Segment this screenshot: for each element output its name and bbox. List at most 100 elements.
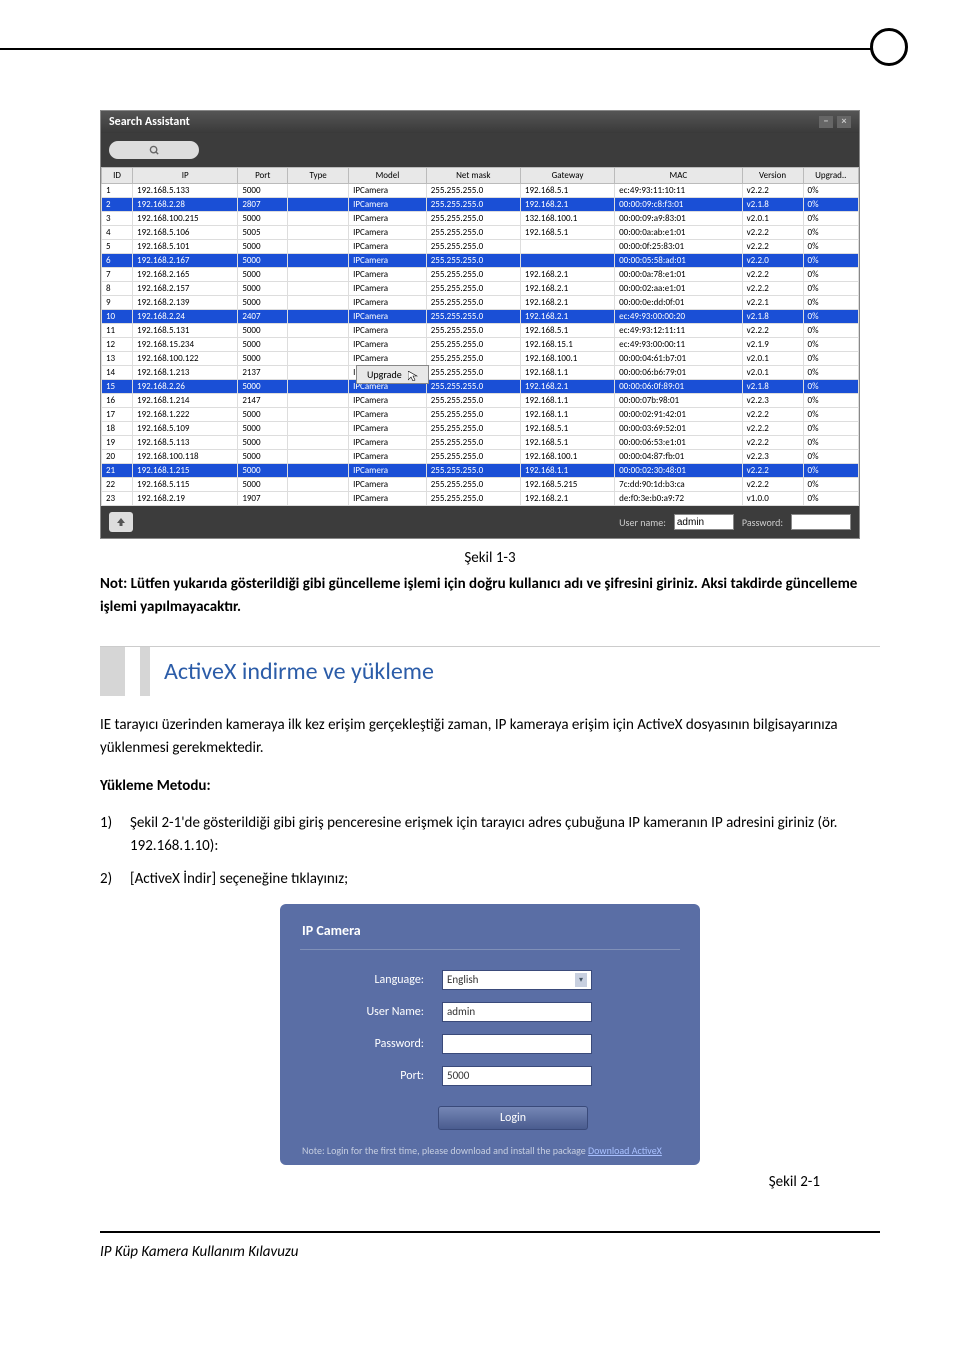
table-row[interactable]: 6192.168.2.1675000IPCamera255.255.255.00… — [102, 254, 859, 268]
table-row[interactable]: 19192.168.5.1135000IPCamera255.255.255.0… — [102, 436, 859, 450]
table-cell: 00:00:0f:25:83:01 — [615, 240, 742, 254]
table-cell: 5000 — [238, 240, 288, 254]
section-title: ActiveX indirme ve yükleme — [164, 647, 434, 696]
minimize-icon[interactable]: − — [819, 116, 833, 128]
password-input[interactable] — [791, 514, 851, 530]
table-cell: 00:00:02:30:48:01 — [615, 464, 742, 478]
table-cell: IPCamera — [349, 464, 427, 478]
table-cell: 255.255.255.0 — [426, 268, 520, 282]
table-cell: 0% — [803, 380, 858, 394]
table-cell: 15 — [102, 380, 133, 394]
table-header[interactable]: ID — [102, 168, 133, 184]
username-label: User name: — [619, 516, 666, 529]
table-cell: 192.168.100.118 — [133, 450, 238, 464]
table-cell: IPCamera — [349, 338, 427, 352]
table-cell — [288, 240, 349, 254]
language-select[interactable]: English ▾ — [442, 970, 592, 990]
table-cell: 18 — [102, 422, 133, 436]
table-cell: IPCamera — [349, 450, 427, 464]
table-header[interactable]: Port — [238, 168, 288, 184]
table-row[interactable]: 9192.168.2.1395000IPCamera255.255.255.01… — [102, 296, 859, 310]
table-row[interactable]: 5192.168.5.1015000IPCamera255.255.255.00… — [102, 240, 859, 254]
table-cell — [288, 492, 349, 506]
table-cell: v2.2.2 — [742, 422, 803, 436]
table-row[interactable]: 11192.168.5.1315000IPCamera255.255.255.0… — [102, 324, 859, 338]
header-circle-icon — [870, 28, 908, 66]
table-row[interactable]: 12192.168.15.2345000IPCamera255.255.255.… — [102, 338, 859, 352]
table-cell: 192.168.2.26 — [133, 380, 238, 394]
table-row[interactable]: 17192.168.1.2225000IPCamera255.255.255.0… — [102, 408, 859, 422]
password-field[interactable] — [442, 1034, 592, 1054]
table-row[interactable]: 4192.168.5.1065005IPCamera255.255.255.01… — [102, 226, 859, 240]
table-cell: 5000 — [238, 422, 288, 436]
table-cell: 255.255.255.0 — [426, 408, 520, 422]
table-cell: v2.2.1 — [742, 296, 803, 310]
table-header[interactable]: Version — [742, 168, 803, 184]
table-header[interactable]: Upgrad.. — [803, 168, 858, 184]
context-menu-upgrade[interactable]: Upgrade — [356, 365, 429, 384]
table-cell: 0% — [803, 296, 858, 310]
table-cell: 5000 — [238, 212, 288, 226]
table-cell — [288, 422, 349, 436]
table-cell: 255.255.255.0 — [426, 324, 520, 338]
table-row[interactable]: 13192.168.100.1225000IPCamera255.255.255… — [102, 352, 859, 366]
login-button[interactable]: Login — [438, 1106, 588, 1130]
table-cell: 192.168.1.215 — [133, 464, 238, 478]
table-row[interactable]: 23192.168.2.191907IPCamera255.255.255.01… — [102, 492, 859, 506]
close-icon[interactable]: × — [837, 116, 851, 128]
table-row[interactable]: 18192.168.5.1095000IPCamera255.255.255.0… — [102, 422, 859, 436]
table-cell: ec:49:93:12:11:11 — [615, 324, 742, 338]
table-cell: 0% — [803, 198, 858, 212]
table-row[interactable]: 10192.168.2.242407IPCamera255.255.255.01… — [102, 310, 859, 324]
table-cell: 8 — [102, 282, 133, 296]
method-label: Yükleme Metodu: — [100, 775, 880, 798]
separator — [300, 949, 680, 950]
table-cell: 0% — [803, 366, 858, 380]
device-table: IDIPPortTypeModelNet maskGatewayMACVersi… — [101, 167, 859, 506]
table-cell: IPCamera — [349, 436, 427, 450]
page-footer: IP Küp Kamera Kullanım Kılavuzu — [100, 1231, 880, 1261]
table-header[interactable]: Type — [288, 168, 349, 184]
table-cell: IPCamera — [349, 492, 427, 506]
table-cell: 192.168.2.1 — [520, 296, 614, 310]
table-header[interactable]: Model — [349, 168, 427, 184]
table-row[interactable]: 7192.168.2.1655000IPCamera255.255.255.01… — [102, 268, 859, 282]
download-activex-link[interactable]: Download ActiveX — [588, 1144, 662, 1157]
table-cell: de:f0:3e:b0:a9:72 — [615, 492, 742, 506]
table-header[interactable]: Net mask — [426, 168, 520, 184]
table-cell: 255.255.255.0 — [426, 478, 520, 492]
upload-button[interactable] — [109, 512, 133, 532]
table-row[interactable]: 22192.168.5.1155000IPCamera255.255.255.0… — [102, 478, 859, 492]
step-number: 2) — [100, 868, 130, 891]
table-row[interactable]: 20192.168.100.1185000IPCamera255.255.255… — [102, 450, 859, 464]
table-cell: 192.168.1.222 — [133, 408, 238, 422]
table-cell — [288, 310, 349, 324]
table-row[interactable]: 16192.168.1.2142147IPCamera255.255.255.0… — [102, 394, 859, 408]
table-cell: 255.255.255.0 — [426, 436, 520, 450]
table-row[interactable]: 8192.168.2.1575000IPCamera255.255.255.01… — [102, 282, 859, 296]
table-row[interactable]: 1192.168.5.1335000IPCamera255.255.255.01… — [102, 184, 859, 198]
table-cell: 21 — [102, 464, 133, 478]
username-field[interactable]: admin — [442, 1002, 592, 1022]
username-input[interactable] — [674, 514, 734, 530]
table-row[interactable]: 2192.168.2.282807IPCamera255.255.255.019… — [102, 198, 859, 212]
table-cell: IPCamera — [349, 198, 427, 212]
search-input[interactable] — [109, 141, 199, 159]
table-row[interactable]: 14192.168.1.2132137IPCamera255.255.255.0… — [102, 366, 859, 380]
table-row[interactable]: 15192.168.2.265000IPCamera255.255.255.01… — [102, 380, 859, 394]
login-button-label: Login — [500, 1111, 526, 1125]
table-cell: v2.0.1 — [742, 352, 803, 366]
table-cell: 192.168.100.1 — [520, 450, 614, 464]
table-header[interactable]: Gateway — [520, 168, 614, 184]
table-row[interactable]: 3192.168.100.2155000IPCamera255.255.255.… — [102, 212, 859, 226]
table-cell: ec:49:93:00:00:11 — [615, 338, 742, 352]
table-cell: 255.255.255.0 — [426, 184, 520, 198]
table-header[interactable]: MAC — [615, 168, 742, 184]
table-cell: 16 — [102, 394, 133, 408]
table-cell: v1.0.0 — [742, 492, 803, 506]
table-cell: 00:00:06:53:e1:01 — [615, 436, 742, 450]
table-row[interactable]: 21192.168.1.2155000IPCamera255.255.255.0… — [102, 464, 859, 478]
table-header[interactable]: IP — [133, 168, 238, 184]
port-field[interactable]: 5000 — [442, 1066, 592, 1086]
table-cell — [288, 366, 349, 380]
